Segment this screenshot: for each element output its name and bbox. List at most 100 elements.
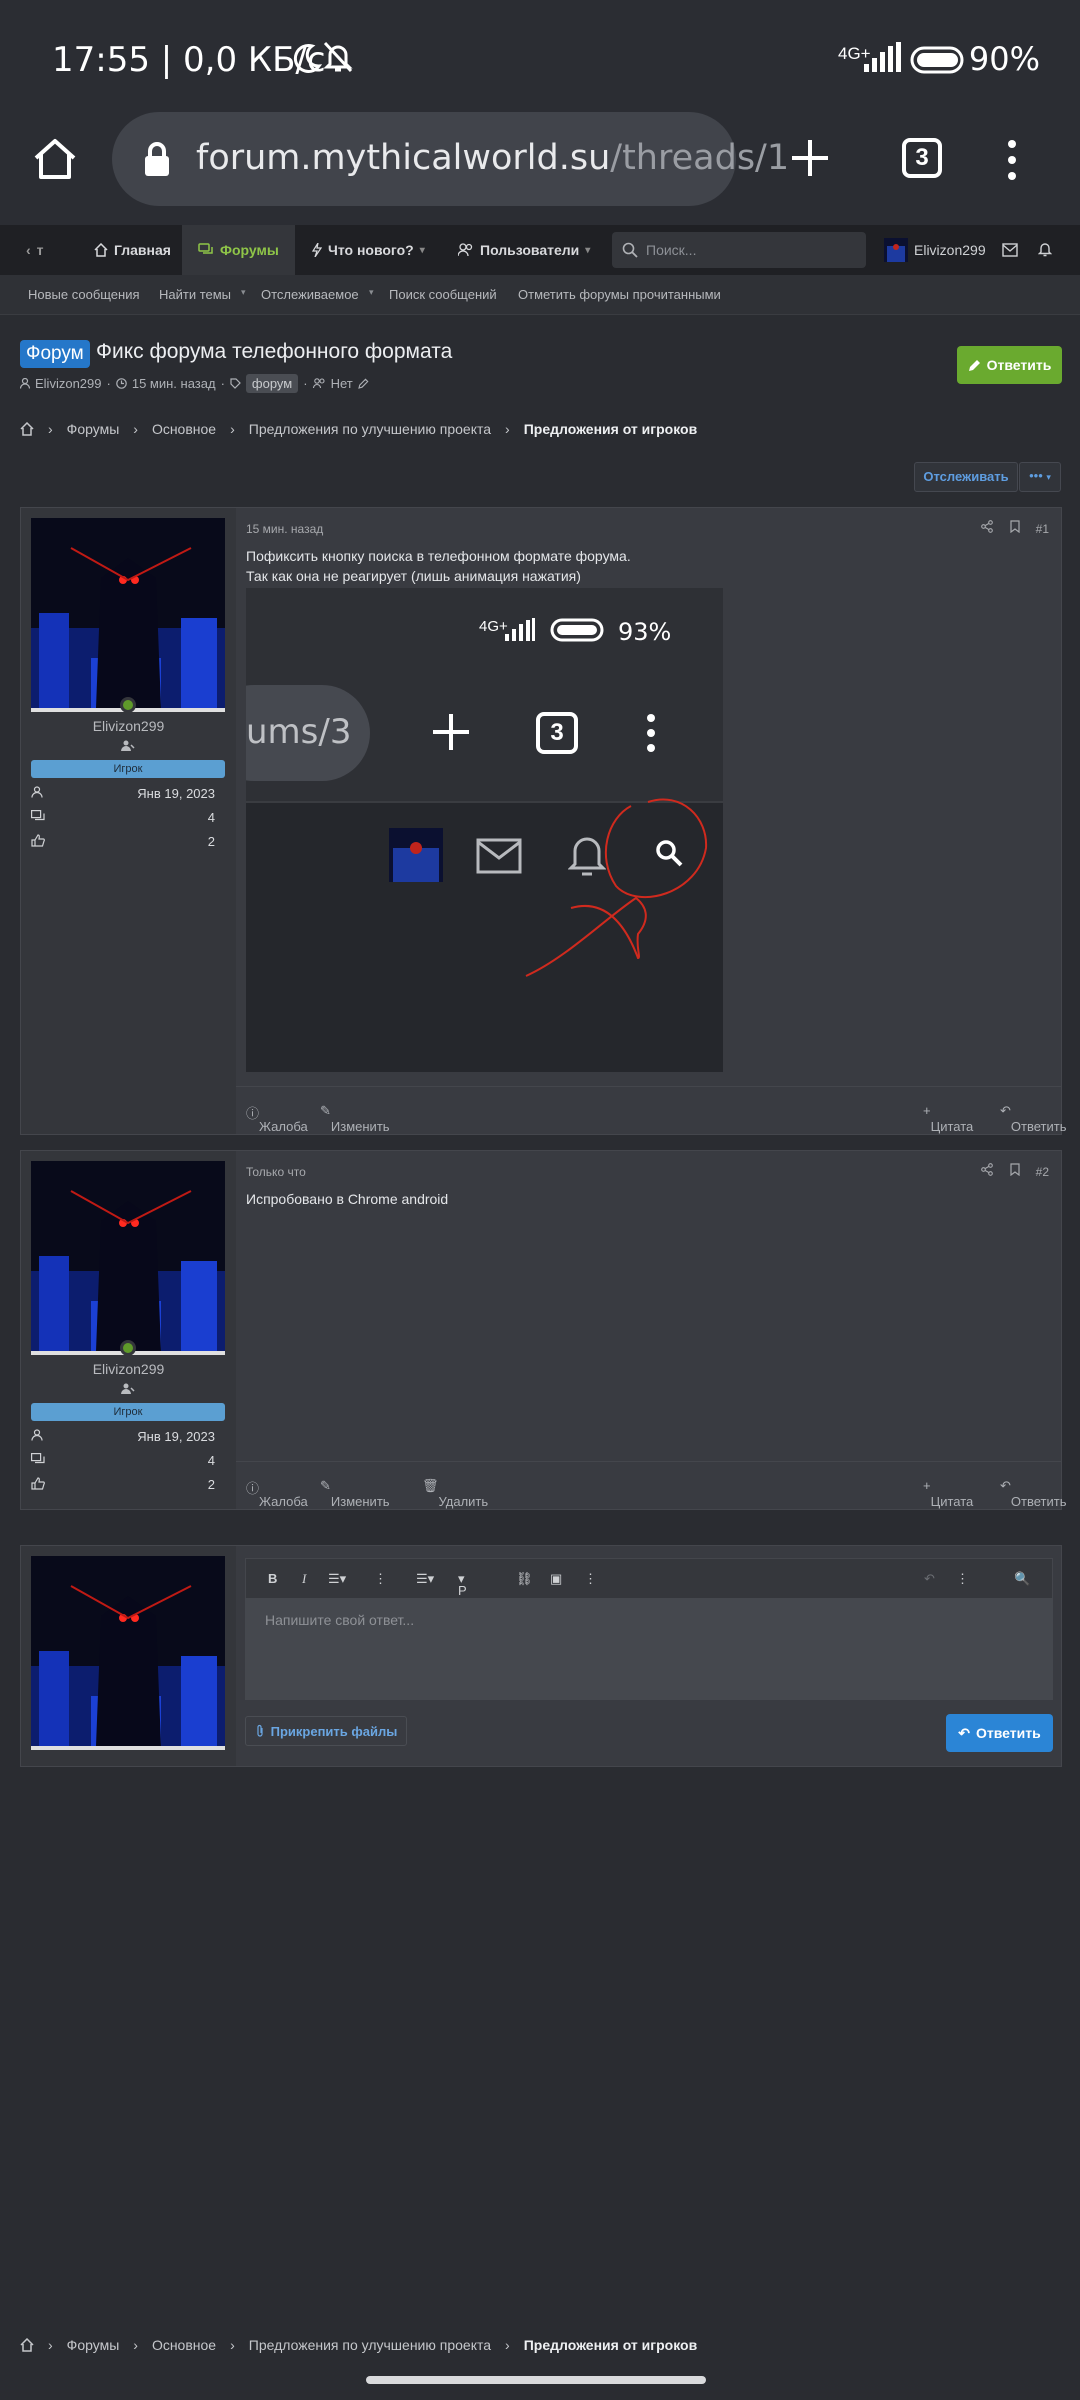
submit-reply-button[interactable]: ↶ Ответить [946,1714,1053,1752]
home-icon[interactable] [32,136,78,182]
post-reply-button[interactable]: ↶ Ответить [1000,1103,1066,1134]
thumbs-up-icon [31,1477,45,1490]
reply-textarea[interactable]: Напишите свой ответ... [245,1598,1053,1700]
joined-date: Янв 19, 2023 [137,786,215,801]
post-number[interactable]: #2 [1036,1165,1049,1179]
post-reply-button[interactable]: ↶ Ответить [1000,1478,1066,1509]
preview-icon[interactable]: 🔍 [1014,1571,1030,1587]
nav-back[interactable]: ‹ т [26,225,44,275]
reactions-count: 2 [207,1477,215,1492]
share-icon[interactable] [981,520,993,533]
bold-icon[interactable]: B [268,1571,277,1586]
new-tab-icon[interactable] [788,136,832,180]
subnav-find-threads[interactable]: Найти темы [159,287,231,302]
home-icon[interactable] [20,2338,34,2352]
avatar[interactable] [31,1556,225,1750]
pencil-icon[interactable] [357,378,369,389]
search-input[interactable]: Поиск... [612,232,866,268]
tag-icon [230,378,241,389]
undo-icon[interactable]: ↶ [924,1571,935,1587]
breadcrumb-item[interactable]: Предложения по улучшению проекта [249,2337,491,2353]
share-icon[interactable] [981,1163,993,1176]
browser-toolbar: forum.mythicalworld.su/threads/1 3 [0,110,1080,225]
text-style-icon[interactable]: ☰▾ [328,1571,346,1587]
bell-icon[interactable] [1038,241,1052,257]
more-vertical-icon[interactable]: ⋮ [374,1571,387,1587]
subnav-watched[interactable]: Отслеживаемое [261,287,359,302]
envelope-icon[interactable] [1002,243,1018,257]
report-button[interactable]: ⓘ Жалоба [246,1478,308,1509]
post-text-line: Испробовано в Chrome android [246,1191,449,1207]
post-actions: ⓘ Жалоба ✎ Изменить 🗑 Удалить + Цитата ↶… [236,1461,1066,1509]
delete-button[interactable]: 🗑 Удалить [422,1478,488,1509]
editor-toolbar: B I ☰▾ ⋮ ☰▾ P ▾ ⛓ ▣ ⋮ ↶ ⋮ 🔍 [245,1558,1053,1598]
gesture-navigation-bar[interactable] [366,2376,706,2384]
home-icon[interactable] [20,422,34,436]
users-icon [312,378,325,389]
link-icon[interactable]: ⛓ [516,1571,533,1587]
breadcrumb-item[interactable]: Основное [152,421,216,437]
attached-screenshot[interactable]: 4G+ 93% ums/3 3 [246,588,723,1072]
bookmark-icon[interactable] [1010,520,1020,533]
breadcrumb-item[interactable]: Форумы [67,2337,120,2353]
user-role-badge: Игрок [31,1403,225,1421]
post-username[interactable]: Elivizon299 [21,718,236,734]
breadcrumb-item[interactable]: Предложения по улучшению проекта [249,421,491,437]
avatar[interactable] [31,518,225,712]
thread-author[interactable]: Elivizon299 [35,376,102,391]
thread-meta: Elivizon299 · 15 мин. назад · форум · Не… [20,374,369,393]
nav-item-forums[interactable]: Форумы [182,225,295,275]
post-date[interactable]: Только что [246,1165,306,1179]
report-label: Жалоба [259,1119,308,1134]
breadcrumb-current[interactable]: Предложения от игроков [524,421,697,437]
subnav-mark-read[interactable]: Отметить форумы прочитанными [518,287,721,302]
image-icon[interactable]: ▣ [550,1571,562,1587]
user-menu[interactable]: Elivizon299 [884,225,986,275]
nav-item-home[interactable]: Главная [90,225,175,275]
more-options-button[interactable]: ••• ▾ [1019,462,1061,492]
avatar [884,238,908,262]
more-vertical-icon[interactable]: ⋮ [956,1571,969,1587]
menu-icon[interactable] [1004,138,1020,182]
delete-label: Удалить [438,1494,489,1509]
report-button[interactable]: ⓘ Жалоба [246,1103,308,1134]
italic-icon[interactable]: I [302,1571,306,1587]
quote-label: Цитата [930,1119,974,1134]
edit-label: Изменить [330,1119,390,1134]
nav-item-users[interactable]: Пользователи ▾ [458,225,590,275]
chevron-right-icon: › [505,2337,510,2353]
post-number[interactable]: #1 [1036,522,1049,536]
quote-button[interactable]: + Цитата [923,1103,973,1134]
address-bar[interactable]: forum.mythicalworld.su/threads/1 [112,112,789,206]
user-role-badge: Игрок [31,760,225,778]
attach-files-button[interactable]: Прикрепить файлы [245,1716,407,1746]
breadcrumb-item[interactable]: Основное [152,2337,216,2353]
avatar[interactable] [31,1161,225,1355]
paragraph-icon[interactable]: P ▾ [458,1571,467,1598]
edit-button[interactable]: ✎ Изменить [320,1103,390,1134]
reply-button[interactable]: Ответить [957,346,1062,384]
stat-joined: Янв 19, 2023 [31,1429,225,1447]
nav-item-whats-new[interactable]: Что нового? ▾ [312,225,425,275]
thread-prefix[interactable]: Форум [20,340,90,368]
avatar-image [31,518,225,712]
ellipsis-icon: ••• [1029,468,1043,483]
post-username[interactable]: Elivizon299 [21,1361,236,1377]
post-date[interactable]: 15 мин. назад [246,522,323,536]
chevron-right-icon: › [230,2337,235,2353]
thread-tag[interactable]: форум [245,374,299,393]
bookmark-icon[interactable] [1010,1163,1020,1176]
breadcrumb-item[interactable]: Форумы [67,421,120,437]
quote-button[interactable]: + Цитата [923,1478,973,1509]
stat-messages: 4 [31,810,225,828]
more-vertical-icon[interactable]: ⋮ [584,1571,597,1587]
subnav-search-posts[interactable]: Поиск сообщений [389,287,497,302]
breadcrumb-current[interactable]: Предложения от игроков [524,2337,697,2353]
tab-switcher[interactable]: 3 [902,138,942,178]
watch-button[interactable]: Отслеживать [914,462,1018,492]
align-icon[interactable]: ☰▾ [416,1571,434,1587]
url-path: /threads/1 [610,138,790,178]
subnav-new-posts[interactable]: Новые сообщения [28,287,140,302]
edit-button[interactable]: ✎ Изменить [320,1478,390,1509]
attach-files-label: Прикрепить файлы [270,1723,398,1739]
